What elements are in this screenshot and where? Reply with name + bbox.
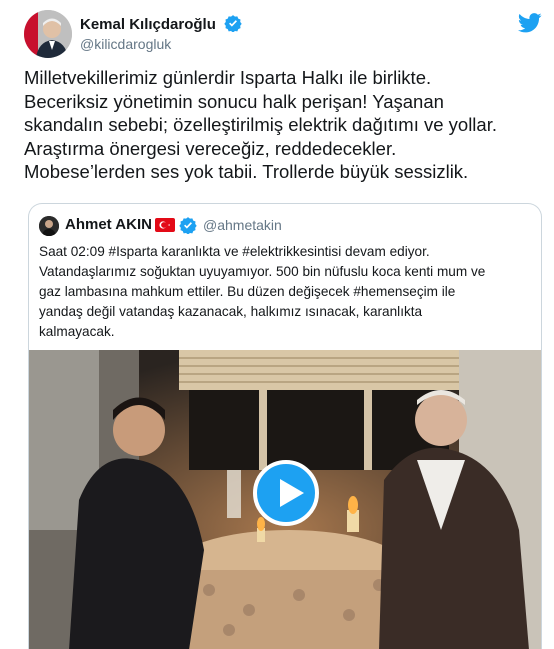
verified-badge-icon	[224, 14, 242, 36]
quoted-text-line: gaz lambasına mahkum ettiler. Bu düzen d…	[39, 284, 456, 299]
tweet-text-line: skandalın sebebi; özelleştirilmiş elektr…	[24, 114, 497, 135]
author-name-row[interactable]: Kemal Kılıçdaroğlu	[80, 14, 242, 36]
quoted-tweet[interactable]: Ahmet AKIN @ahmetakin Saat 02:09 #Ispart…	[28, 203, 542, 649]
author-avatar-image	[24, 10, 72, 58]
quoted-author-handle[interactable]: @ahmetakin	[203, 217, 282, 233]
quoted-author-avatar[interactable]	[39, 216, 59, 236]
tweet-text-line: Beceriksiz yönetimin sonucu halk perişan…	[24, 90, 444, 112]
quoted-text-line: kalmayacak.	[39, 324, 115, 339]
quoted-author-name[interactable]: Ahmet AKIN	[65, 216, 152, 233]
play-icon[interactable]	[253, 460, 319, 526]
tweet-text-line: Araştırma önergesi vereceğiz, reddedecek…	[24, 137, 397, 159]
author-name[interactable]: Kemal Kılıçdaroğlu	[80, 16, 216, 33]
twitter-bird-icon[interactable]	[517, 12, 542, 34]
quoted-text-line: Vatandaşlarımız soğuktan uyuyamıyor. 500…	[39, 264, 486, 279]
quoted-text-line: Saat 02:09 #Isparta karanlıkta ve #elekt…	[39, 244, 430, 259]
author-avatar[interactable]	[24, 10, 72, 58]
tweet-text-line: Milletvekillerimiz günlerdir Isparta Hal…	[24, 67, 432, 88]
tweet-card: Kemal Kılıçdaroğlu @kilicdarogluk Millet…	[0, 0, 554, 649]
tweet-text: Milletvekillerimiz günlerdir Isparta Hal…	[24, 66, 544, 184]
video-thumbnail[interactable]	[29, 350, 541, 649]
verified-badge-icon	[179, 216, 197, 235]
quoted-tweet-text: Saat 02:09 #Isparta karanlıkta ve #elekt…	[39, 242, 535, 342]
turkey-flag-icon	[155, 218, 175, 232]
author-handle[interactable]: @kilicdarogluk	[80, 36, 171, 52]
quoted-text-line: yandaş değil vatandaş kazanacak, halkımı…	[39, 304, 423, 319]
tweet-text-line: Mobese’lerden ses yok tabii. Trollerde b…	[24, 161, 469, 182]
